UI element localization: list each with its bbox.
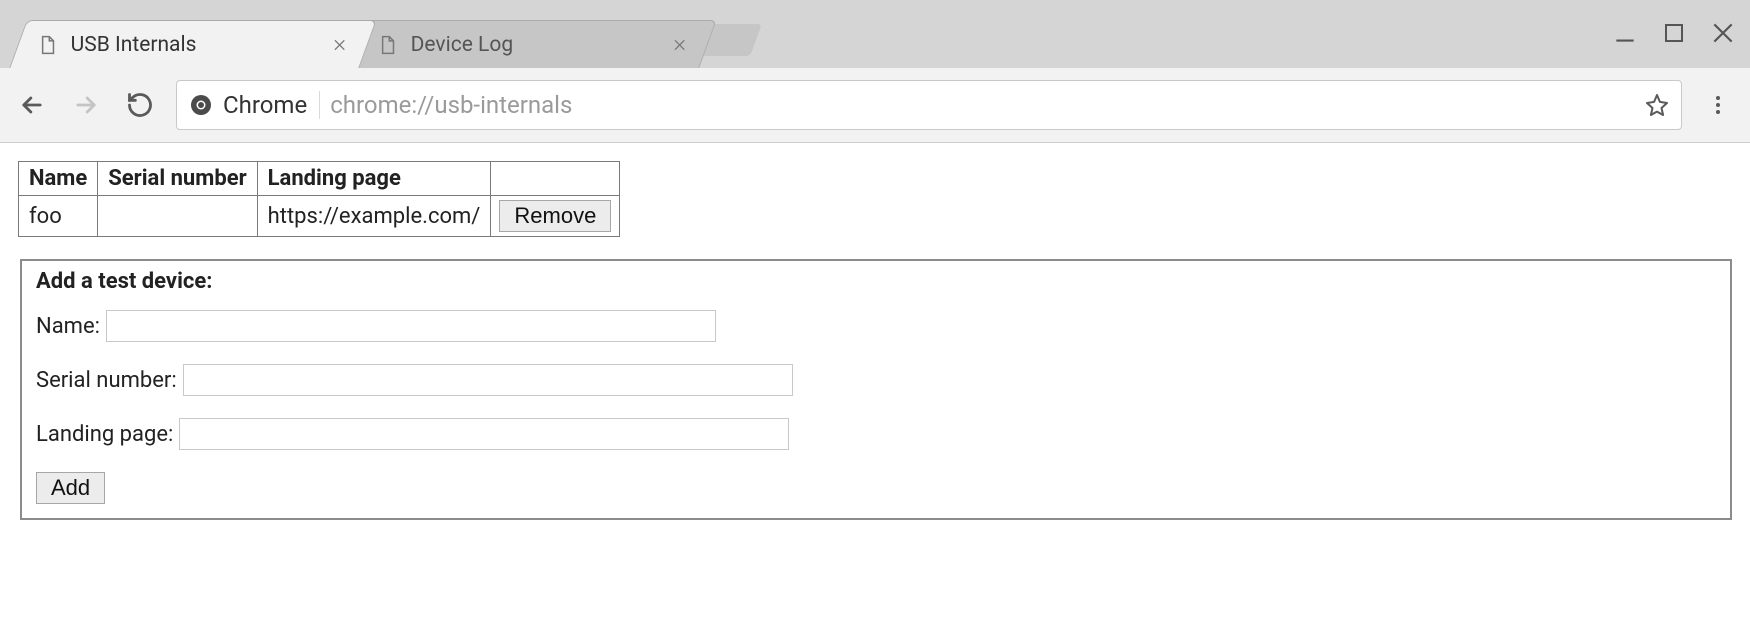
reload-button[interactable] [122,87,158,123]
minimize-icon[interactable] [1612,20,1638,46]
tab-strip: USB Internals Device Log [0,0,1750,68]
form-row-name: Name: [36,310,1716,342]
landing-input[interactable] [179,418,789,450]
form-row-serial: Serial number: [36,364,1716,396]
file-icon [37,34,59,56]
remove-button[interactable]: Remove [499,200,611,232]
serial-label: Serial number: [36,368,177,393]
cell-actions: Remove [491,196,620,237]
page-content: Name Serial number Landing page foo http… [0,143,1750,538]
close-icon[interactable] [667,32,693,58]
tab-title: USB Internals [71,33,327,57]
table-header-row: Name Serial number Landing page [19,162,620,196]
close-icon[interactable] [327,32,353,58]
menu-button[interactable] [1700,87,1736,123]
add-button[interactable]: Add [36,472,105,504]
name-input[interactable] [106,310,716,342]
tab-title: Device Log [411,33,667,57]
form-title: Add a test device: [36,269,1716,294]
tabs: USB Internals Device Log [18,20,756,68]
col-name: Name [19,162,98,196]
toolbar: Chrome chrome://usb-internals [0,68,1750,143]
bookmark-star-icon[interactable] [1645,93,1669,117]
serial-input[interactable] [183,364,793,396]
url-scheme-label: Chrome [223,91,320,119]
add-device-form: Add a test device: Name: Serial number: … [20,259,1732,520]
window-controls [1612,20,1736,46]
name-label: Name: [36,314,100,339]
col-actions [491,162,620,196]
cell-landing: https://example.com/ [257,196,491,237]
tab-usb-internals[interactable]: USB Internals [9,20,376,68]
window-close-icon[interactable] [1710,20,1736,46]
file-icon [377,34,399,56]
url-text: chrome://usb-internals [330,91,1635,119]
cell-name: foo [19,196,98,237]
table-row: foo https://example.com/ Remove [19,196,620,237]
cell-serial [98,196,257,237]
devices-table: Name Serial number Landing page foo http… [18,161,620,237]
forward-button[interactable] [68,87,104,123]
form-row-landing: Landing page: [36,418,1716,450]
back-button[interactable] [14,87,50,123]
col-serial: Serial number [98,162,257,196]
tab-device-log[interactable]: Device Log [349,20,716,68]
col-landing: Landing page [257,162,491,196]
maximize-icon[interactable] [1662,21,1686,45]
address-bar[interactable]: Chrome chrome://usb-internals [176,80,1682,130]
landing-label: Landing page: [36,422,173,447]
chrome-icon [189,93,213,117]
